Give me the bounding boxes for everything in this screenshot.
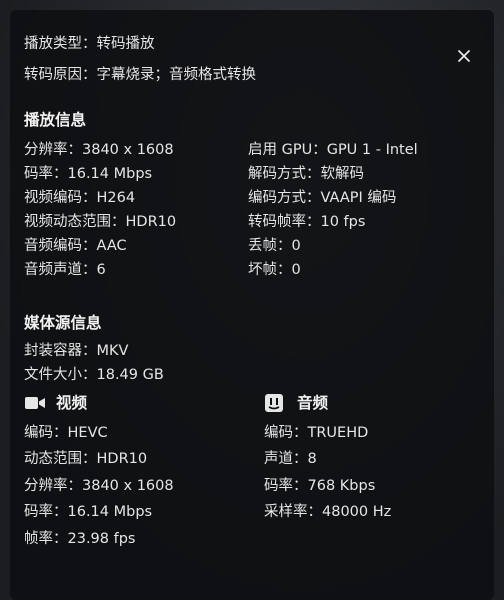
video-info-item: 帧率：23.98 fps [24, 531, 136, 547]
container-text: 封装容器：MKV [24, 343, 129, 359]
playback-info-left-item: 分辨率：3840 x 1608 [24, 142, 174, 158]
playback-info-panel: 播放类型：转码播放 转码原因：字幕烧录；音频格式转换 播放信息 分辨率：3840… [10, 10, 494, 600]
playback-info-left-item: 视频动态范围：HDR10 [24, 214, 177, 230]
playback-info-left-item: 码率：16.14 Mbps [24, 166, 153, 182]
playback-info-title: 播放信息 [24, 111, 87, 129]
playback-info-left-item: 音频声道：6 [24, 262, 106, 278]
video-info-item: 分辨率：3840 x 1608 [24, 478, 174, 494]
playback-info-right-item: 编码方式：VAAPI 编码 [248, 190, 397, 206]
playback-info-right-item: 丢帧：0 [248, 238, 301, 254]
playback-info-left-item: 音频编码：AAC [24, 238, 127, 254]
audio-info-item: 编码：TRUEHD [264, 425, 369, 441]
playback-info-right-item: 转码帧率：10 fps [248, 214, 366, 230]
audio-section-title: 音频 [297, 394, 329, 412]
playback-info-right-item: 解码方式：软解码 [248, 166, 364, 182]
video-info-item: 码率：16.14 Mbps [24, 504, 153, 520]
close-icon [458, 50, 470, 62]
play-type-text: 播放类型：转码播放 [24, 36, 155, 52]
video-info-item: 编码：HEVC [24, 425, 108, 441]
audio-info-item: 声道：8 [264, 451, 317, 467]
audio-info-item: 采样率：48000 Hz [264, 504, 392, 520]
video-info-item: 动态范围：HDR10 [24, 451, 148, 467]
video-section-title: 视频 [56, 394, 88, 412]
media-info-title: 媒体源信息 [24, 314, 102, 332]
playback-info-left-item: 视频编码：H264 [24, 190, 136, 206]
audio-icon [264, 393, 284, 412]
close-button[interactable] [454, 46, 474, 66]
playback-info-right-item: 坏帧：0 [248, 262, 301, 278]
file-size-text: 文件大小：18.49 GB [24, 367, 164, 383]
transcode-reason-text: 转码原因：字幕烧录；音频格式转换 [24, 67, 256, 83]
playback-info-right-item: 启用 GPU：GPU 1 - Intel [248, 142, 418, 158]
video-camera-icon [24, 394, 45, 412]
audio-info-item: 码率：768 Kbps [264, 478, 376, 494]
